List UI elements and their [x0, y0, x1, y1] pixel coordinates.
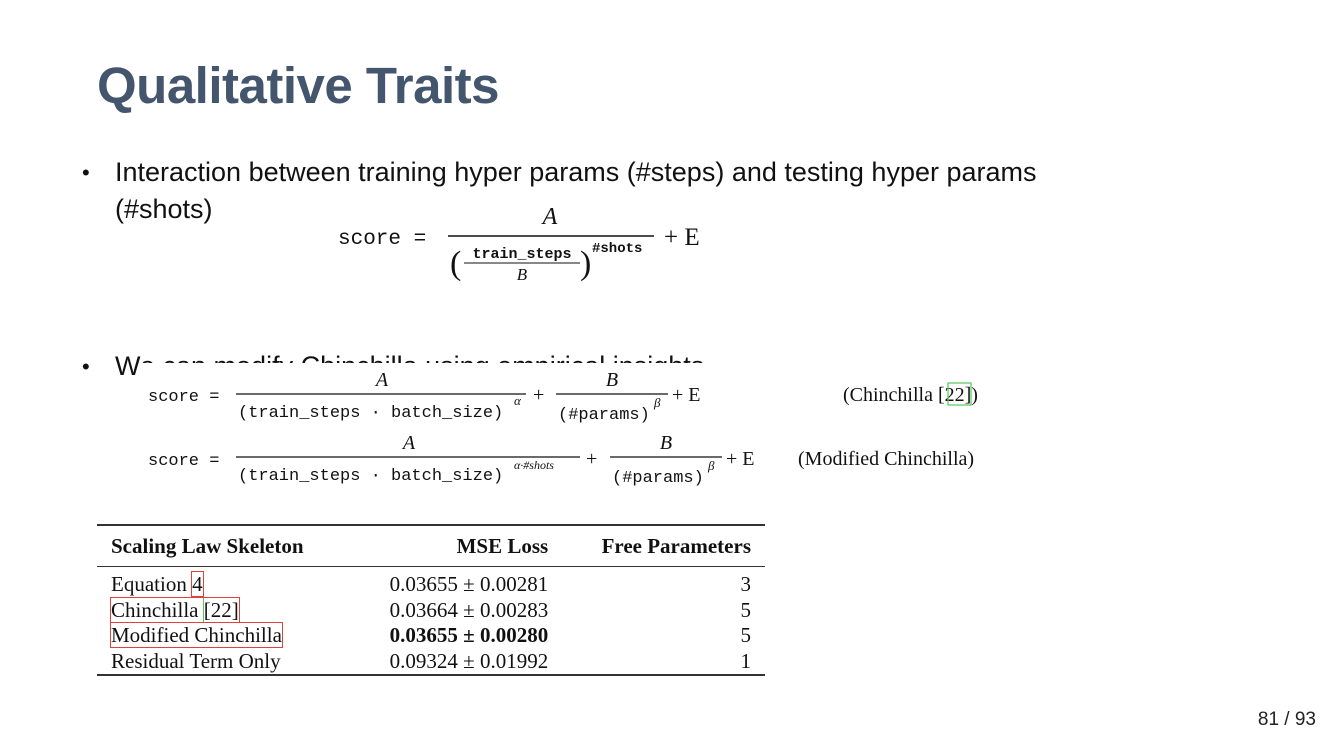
bullet-text-line2: (#shots): [115, 194, 213, 224]
row-params: 3: [740, 572, 752, 597]
row-params: 5: [740, 623, 752, 648]
page-number: 81 / 93: [1257, 709, 1316, 730]
col-header-mse: MSE Loss: [456, 533, 549, 558]
equation-ref: 4: [191, 571, 204, 598]
modified-chinchilla-label: (Modified Chinchilla): [798, 448, 974, 470]
chinchilla-label: (Chinchilla [22]): [843, 384, 978, 406]
table-row: Residual Term Only 0.09324 ± 0.01992 1: [97, 648, 765, 675]
col-header-params: Free Parameters: [601, 533, 751, 558]
row-name: Modified Chinchilla: [97, 622, 349, 649]
row-mse: 0.09324 ± 0.01992: [389, 648, 549, 673]
formula1-lhs: score =: [148, 388, 219, 407]
formula1-num-a: A: [374, 369, 389, 391]
bullet-text-line1: Interaction between training hyper param…: [115, 157, 1037, 187]
formula1-den-a: (train_steps · batch_size): [238, 404, 503, 423]
row-mse: 0.03664 ± 0.00283: [389, 597, 549, 622]
formula2-den-b: (#params): [612, 469, 704, 488]
row-name: Equation 4: [111, 571, 204, 598]
slide-title: Qualitative Traits: [97, 57, 500, 114]
modified-chinchilla-highlight: Modified Chinchilla: [110, 622, 283, 649]
formula2-plus: +: [586, 448, 597, 470]
formula-score-shots: score = A ( train_steps B ) #shots + E: [336, 200, 726, 290]
row-name: Chinchilla [22]: [97, 596, 349, 624]
formula1-tail: + E: [672, 384, 701, 406]
table-row: Chinchilla [22] 0.03664 ± 0.00283 5: [97, 596, 765, 624]
formula-lhs: score =: [338, 228, 426, 251]
paren-close: ): [580, 245, 591, 282]
formula1-exp-b: β: [653, 395, 661, 410]
row-name: Residual Term Only: [111, 648, 281, 673]
bullet-dot: •: [82, 160, 90, 185]
row-params: 1: [740, 648, 752, 673]
formula2-exp-b: β: [707, 458, 715, 473]
row-mse: 0.03655 ± 0.00281: [389, 572, 549, 597]
chinchilla-ref: [22]: [202, 596, 240, 623]
scaling-law-table-figure: Scaling Law Skeleton MSE Loss Free Param…: [97, 524, 765, 684]
paren-open: (: [450, 245, 461, 282]
table-header-row: Scaling Law Skeleton MSE Loss Free Param…: [97, 525, 765, 567]
table-row: Modified Chinchilla 0.03655 ± 0.00280 5: [97, 622, 765, 649]
formula2-exp-a: α·#shots: [514, 458, 554, 472]
row-mse: 0.03655 ± 0.00280: [389, 623, 549, 648]
formula2-num-a: A: [401, 432, 416, 454]
formula2-tail: + E: [726, 448, 755, 470]
frac-bottom: B: [517, 265, 528, 284]
chinchilla-highlight: Chinchilla [22]: [110, 596, 240, 623]
scaling-law-table: Scaling Law Skeleton MSE Loss Free Param…: [97, 524, 765, 676]
row-params: 5: [740, 597, 752, 622]
formula1-num-b: B: [606, 369, 618, 391]
formula1-exp-a: α: [514, 393, 522, 408]
formula-tail: + E: [664, 224, 700, 251]
formula1-plus: +: [533, 384, 544, 406]
table-row: Equation 4 0.03655 ± 0.00281 3: [97, 567, 765, 598]
formula-exponent: #shots: [592, 241, 642, 257]
formula2-num-b: B: [660, 432, 672, 454]
formula2-lhs: score =: [148, 452, 219, 471]
col-header-skeleton: Scaling Law Skeleton: [111, 533, 304, 558]
chinchilla-formulas: score = A (train_steps · batch_size) α +…: [140, 363, 1000, 498]
formula2-den-a: (train_steps · batch_size): [238, 467, 503, 486]
formula1-den-b: (#params): [558, 406, 650, 425]
formula-numerator: A: [541, 204, 558, 230]
frac-top: train_steps: [472, 246, 571, 263]
bullet-dot: •: [82, 354, 90, 379]
